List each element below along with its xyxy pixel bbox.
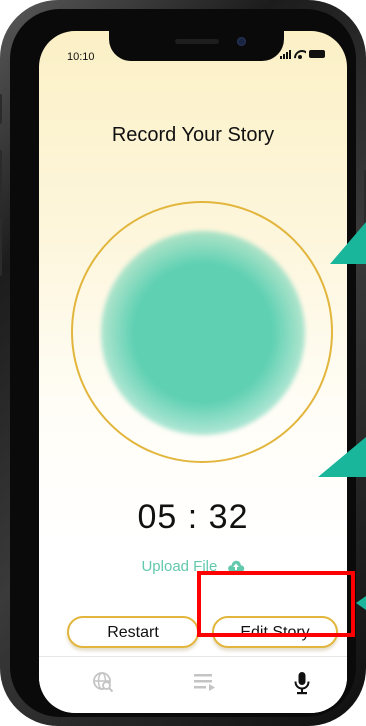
restart-button[interactable]: Restart (67, 616, 199, 648)
edit-story-highlight-box (197, 571, 355, 637)
microphone-icon (294, 672, 310, 695)
tab-bar (39, 656, 347, 713)
battery-icon (309, 50, 325, 58)
camera-notch (109, 31, 284, 61)
record-button[interactable] (71, 201, 333, 463)
signal-icon (280, 49, 291, 59)
recording-timer: 05 : 32 (137, 498, 249, 536)
recording-orb (101, 231, 305, 435)
pointer-arrow-icon (356, 596, 366, 610)
tab-explore[interactable] (92, 671, 114, 698)
mute-switch (0, 94, 2, 124)
status-icons (280, 49, 325, 59)
wifi-icon (294, 49, 306, 59)
status-time: 10:10 (67, 51, 95, 63)
front-camera (237, 37, 246, 46)
playlist-icon (194, 674, 215, 691)
page-title: Record Your Story (111, 124, 275, 146)
globe-search-icon (93, 672, 114, 693)
pointer-arrow-icon (318, 437, 366, 477)
tab-library[interactable] (193, 671, 217, 698)
pointer-arrow-icon (330, 222, 366, 264)
volume-up-button (0, 150, 2, 208)
speaker-grille (175, 39, 219, 44)
volume-down-button (0, 218, 2, 276)
tab-record[interactable] (292, 671, 312, 700)
